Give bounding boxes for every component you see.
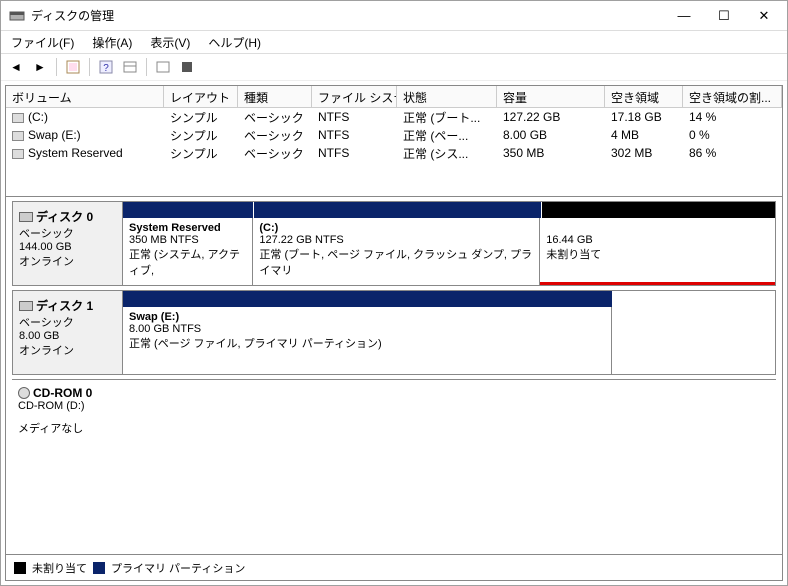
menu-file[interactable]: ファイル(F) [7,32,78,53]
properties-button[interactable] [152,56,174,78]
legend: 未割り当て プライマリ パーティション [6,554,782,580]
partition-box[interactable]: (C:) 127.22 GB NTFS 正常 (ブート, ページ ファイル, ク… [253,218,540,285]
disk-info: ディスク 1 ベーシック 8.00 GB オンライン [13,291,123,374]
cdrom-row[interactable]: CD-ROM 0 CD-ROM (D:) メディアなし [12,379,776,449]
legend-label: プライマリ パーティション [111,560,245,576]
menubar: ファイル(F) 操作(A) 表示(V) ヘルプ(H) [1,31,787,53]
unallocated-box[interactable]: 16.44 GB 未割り当て [540,218,775,285]
col-capacity[interactable]: 容量 [497,86,605,107]
col-layout[interactable]: レイアウト [164,86,238,107]
volume-grid-body: (C:) シンプル ベーシック NTFS 正常 (ブート... 127.22 G… [6,108,782,196]
col-type[interactable]: 種類 [238,86,312,107]
back-button[interactable]: ◄ [5,56,27,78]
disk-icon [19,301,33,311]
disk-panel: ディスク 0 ベーシック 144.00 GB オンライン [6,196,782,554]
cdrom-icon [18,387,30,399]
settings-button[interactable] [176,56,198,78]
col-status[interactable]: 状態 [397,86,497,107]
titlebar[interactable]: ディスクの管理 — ☐ ✕ [1,1,787,31]
partition-bar [542,202,775,218]
volume-row[interactable]: System Reserved シンプル ベーシック NTFS 正常 (シス..… [6,144,782,162]
toolbar: ◄ ► ? [1,53,787,81]
help-button[interactable]: ? [95,56,117,78]
col-free[interactable]: 空き領域 [605,86,683,107]
partition-bar [123,202,253,218]
volume-icon [12,131,24,141]
window-title: ディスクの管理 [31,7,673,24]
forward-button[interactable]: ► [29,56,51,78]
partition-box[interactable]: Swap (E:) 8.00 GB NTFS 正常 (ページ ファイル, プライ… [123,307,612,374]
legend-swatch-unallocated [14,562,26,574]
partition-box[interactable]: System Reserved 350 MB NTFS 正常 (システム, アク… [123,218,253,285]
col-freepct[interactable]: 空き領域の割... [683,86,782,107]
volume-row[interactable]: Swap (E:) シンプル ベーシック NTFS 正常 (ペー... 8.00… [6,126,782,144]
refresh-button[interactable] [62,56,84,78]
partition-bar [254,202,541,218]
menu-view[interactable]: 表示(V) [146,32,194,53]
view-list-button[interactable] [119,56,141,78]
disk-icon [19,212,33,222]
disk-info: ディスク 0 ベーシック 144.00 GB オンライン [13,202,123,285]
volume-icon [12,149,24,159]
volume-grid-header: ボリューム レイアウト 種類 ファイル システム 状態 容量 空き領域 空き領域… [6,86,782,108]
partition-bar [123,291,612,307]
svg-text:?: ? [103,63,109,74]
legend-label: 未割り当て [32,560,87,576]
menu-action[interactable]: 操作(A) [88,32,136,53]
volume-icon [12,113,24,123]
col-volume[interactable]: ボリューム [6,86,164,107]
disk-info: CD-ROM 0 CD-ROM (D:) メディアなし [12,380,122,449]
disk-management-window: ディスクの管理 — ☐ ✕ ファイル(F) 操作(A) 表示(V) ヘルプ(H)… [0,0,788,586]
col-filesystem[interactable]: ファイル システム [312,86,397,107]
disk-row[interactable]: ディスク 0 ベーシック 144.00 GB オンライン [12,201,776,286]
content-area: ボリューム レイアウト 種類 ファイル システム 状態 容量 空き領域 空き領域… [5,85,783,581]
minimize-button[interactable]: — [673,5,695,27]
volume-row[interactable]: (C:) シンプル ベーシック NTFS 正常 (ブート... 127.22 G… [6,108,782,126]
disk-row[interactable]: ディスク 1 ベーシック 8.00 GB オンライン Swap (E:) 8.0… [12,290,776,375]
maximize-button[interactable]: ☐ [713,5,735,27]
legend-swatch-primary [93,562,105,574]
app-icon [9,8,25,24]
close-button[interactable]: ✕ [753,5,775,27]
menu-help[interactable]: ヘルプ(H) [204,32,265,53]
